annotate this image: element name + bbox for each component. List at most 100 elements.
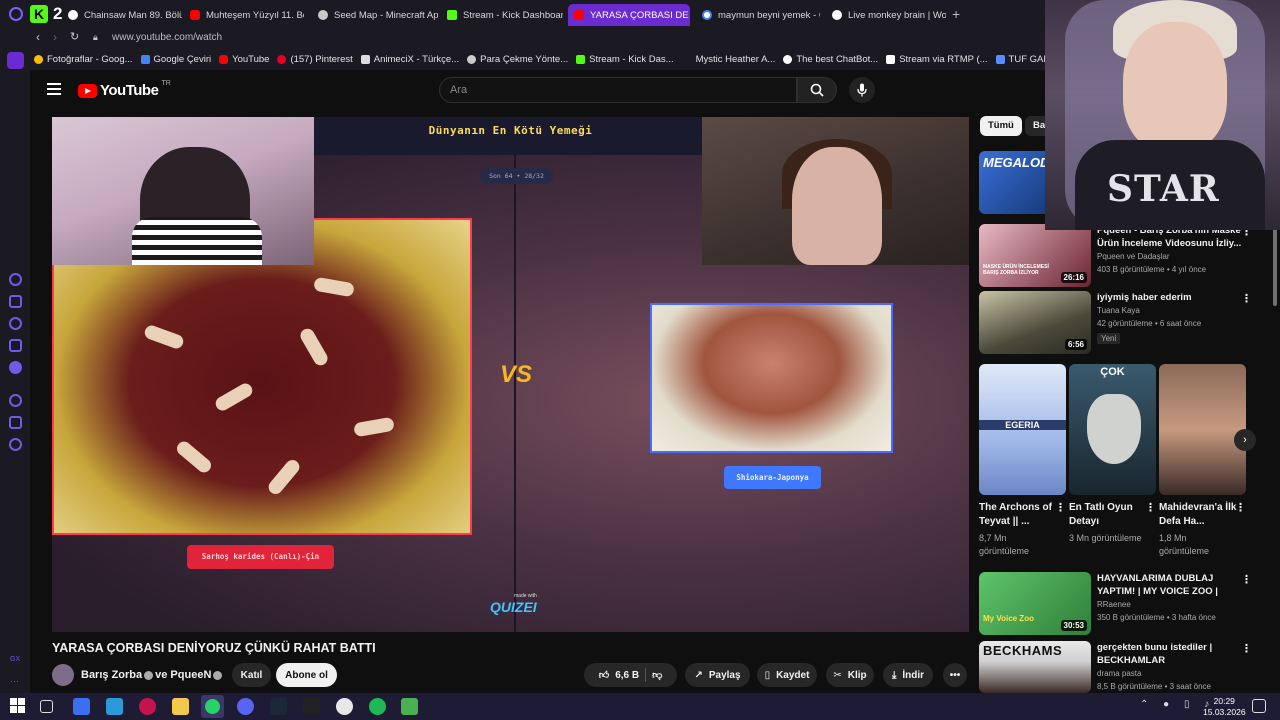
more-vert-icon[interactable]: ⋮: [1145, 501, 1156, 514]
rec-channel[interactable]: Tuana Kaya: [1097, 304, 1247, 317]
history-icon[interactable]: [9, 394, 22, 407]
more-dots-icon[interactable]: ···: [10, 676, 19, 686]
steam-icon[interactable]: [270, 698, 287, 715]
short-thumbnail[interactable]: ÇOK: [1069, 364, 1156, 495]
tab-seed-map[interactable]: Seed Map - Minecraft App: [312, 4, 438, 26]
file-explorer-icon[interactable]: [172, 698, 189, 715]
hamburger-menu-icon[interactable]: [47, 83, 61, 95]
back-arrow-icon[interactable]: ‹: [36, 30, 40, 44]
calendar-app-icon[interactable]: [73, 698, 90, 715]
downloads-icon[interactable]: [9, 416, 22, 429]
reload-icon[interactable]: ↻: [70, 30, 79, 43]
join-button[interactable]: Katıl: [232, 663, 271, 687]
avatar[interactable]: [52, 664, 74, 686]
instagram-icon[interactable]: [9, 339, 22, 352]
lock-icon[interactable]: 🔒︎: [93, 32, 98, 43]
more-vert-icon[interactable]: ⋮: [1241, 573, 1252, 586]
rec-channel[interactable]: RRaenee: [1097, 598, 1247, 611]
tab-chainsaw-man[interactable]: Chainsaw Man 89. Bölüm: [62, 4, 182, 26]
notification-icon[interactable]: [1252, 699, 1266, 713]
bookmark-para-cekme[interactable]: Para Çekme Yönte...: [467, 54, 576, 65]
opera-gx-taskbar-icon[interactable]: [139, 698, 156, 715]
twitch-icon[interactable]: [9, 295, 22, 308]
taskbar-clock[interactable]: 20:29 15.03.2026: [1203, 696, 1246, 718]
aria-icon[interactable]: [9, 273, 22, 286]
search-input[interactable]: Ara: [439, 77, 797, 103]
tab-maymun-beyni[interactable]: maymun beyni yemek - G: [696, 4, 820, 26]
short-title[interactable]: Mahidevran'a İlk Defa Ha...: [1159, 501, 1237, 529]
url-field[interactable]: www.youtube.com/watch: [112, 32, 222, 43]
bookmark-pinterest[interactable]: (157) Pinterest: [277, 54, 360, 65]
label-left-choice[interactable]: Sarhoş karides (Canlı)-Çin: [187, 545, 334, 569]
bookmark-mystic-heather[interactable]: Mystic Heather A...: [682, 54, 784, 65]
rec-channel[interactable]: drama pasta: [1097, 667, 1247, 680]
discord-icon[interactable]: [9, 361, 22, 374]
more-actions-button[interactable]: •••: [943, 663, 967, 687]
food-image-right[interactable]: [650, 303, 893, 453]
short-thumbnail[interactable]: [1159, 364, 1246, 495]
opera-logo-icon[interactable]: [9, 7, 23, 21]
minecraft-icon[interactable]: [401, 698, 418, 715]
tab-live-monkey-brain[interactable]: Live monkey brain | World: [826, 4, 946, 26]
short-archons[interactable]: EGERIA The Archons of Teyvat || ... 8,7 …: [979, 364, 1066, 558]
share-button[interactable]: ↗ Paylaş: [685, 663, 750, 687]
whatsapp-icon[interactable]: [9, 317, 22, 330]
channel-name[interactable]: Barış Zorba ve PqueeN: [81, 669, 224, 681]
search-button[interactable]: [797, 77, 837, 103]
chevron-right-icon[interactable]: ›: [1234, 429, 1256, 451]
settings-gear-icon[interactable]: [9, 438, 22, 451]
mail-app-icon[interactable]: [106, 698, 123, 715]
gx-icon[interactable]: GX: [10, 656, 20, 663]
voice-search-button[interactable]: [849, 77, 875, 103]
epic-games-icon[interactable]: [303, 698, 320, 715]
chip-all[interactable]: Tümü: [980, 116, 1022, 136]
tab-yarasa-corbasi[interactable]: YARASA ÇORBASI DE: [568, 4, 690, 26]
save-button[interactable]: ▯ Kaydet: [757, 663, 817, 687]
more-vert-icon[interactable]: ⋮: [1241, 642, 1252, 655]
short-title[interactable]: The Archons of Teyvat || ...: [979, 501, 1057, 529]
bookmark-photos[interactable]: Fotoğraflar - Goog...: [34, 54, 141, 65]
short-en-tatli-oyun[interactable]: ÇOK En Tatlı Oyun Detayı 3 Mn görüntülem…: [1069, 364, 1156, 545]
bookmark-translate[interactable]: Google Çeviri: [140, 54, 220, 65]
more-vert-icon[interactable]: ⋮: [1235, 501, 1246, 514]
more-vert-icon[interactable]: ⋮: [1241, 292, 1252, 305]
task-view-icon[interactable]: [40, 700, 53, 713]
clip-button[interactable]: ✂ Klip: [826, 663, 874, 687]
rec-title[interactable]: iyiymiş haber ederim: [1097, 291, 1247, 304]
rec-title[interactable]: gerçekten bunu istediler | BECKHAMLAR: [1097, 641, 1247, 667]
rec-channel[interactable]: Pqueen ve Dadaşlar: [1097, 250, 1247, 263]
bookmark-rtmp[interactable]: Stream via RTMP (...: [886, 54, 995, 65]
windows-start-icon[interactable]: [10, 698, 27, 715]
discord-taskbar-icon[interactable]: [237, 698, 254, 715]
bookmark-kick-dashboard[interactable]: Stream - Kick Das...: [576, 54, 681, 65]
label-right-choice[interactable]: Shiokara-Japonya: [724, 466, 821, 489]
more-vert-icon[interactable]: ⋮: [1055, 501, 1066, 514]
thumbs-down-icon[interactable]: 👎︎: [652, 669, 662, 681]
tab-kick-dashboard[interactable]: Stream - Kick Dashboard: [441, 4, 563, 26]
bookmark-animecix[interactable]: AnimeciX - Türkçe...: [360, 54, 467, 65]
subscribe-button[interactable]: Abone ol: [276, 663, 337, 687]
tab-muhtesem-yuzyil[interactable]: Muhteşem Yüzyıl 11. Bölüm: [184, 4, 304, 26]
short-thumbnail[interactable]: EGERIA: [979, 364, 1066, 495]
youtube-logo[interactable]: YouTube TR: [78, 80, 171, 99]
video-thumbnail[interactable]: BECKHAMS: [979, 641, 1091, 693]
thumbs-up-icon[interactable]: 👍︎: [599, 669, 609, 681]
whatsapp-taskbar-bg[interactable]: [201, 695, 224, 718]
video-player[interactable]: Dünyanın En Kötü Yemeği Son 64 • 28/32 V…: [52, 117, 969, 632]
short-title[interactable]: En Tatlı Oyun Detayı: [1069, 501, 1147, 529]
like-dislike-button[interactable]: 👍︎ 6,6 B 👎︎: [584, 663, 677, 687]
video-thumbnail[interactable]: MASKE ÜRÜN İNCELEMESİ BARIŞ ZORBA İZLİYO…: [979, 224, 1091, 287]
download-button[interactable]: ⤓ İndir: [883, 663, 933, 687]
rec-title[interactable]: HAYVANLARIMA DUBLAJ YAPTIM! | MY VOICE Z…: [1097, 572, 1247, 598]
video-thumbnail[interactable]: My Voice Zoo 30:53: [979, 572, 1091, 635]
bookmark-youtube[interactable]: YouTube: [219, 54, 277, 65]
new-tab-plus-icon[interactable]: +: [952, 7, 960, 21]
food-image-left[interactable]: [52, 218, 472, 535]
short-mahidevran[interactable]: Mahidevran'a İlk Defa Ha... 1,8 Mn görün…: [1159, 364, 1246, 558]
home-icon[interactable]: [7, 52, 24, 69]
forward-arrow-icon[interactable]: ›: [53, 30, 57, 44]
video-thumbnail[interactable]: 6:56: [979, 291, 1091, 354]
bookmark-chatbot[interactable]: The best ChatBot...: [783, 54, 886, 65]
obs-icon[interactable]: [336, 698, 353, 715]
kick-logo-icon[interactable]: K: [30, 5, 48, 23]
